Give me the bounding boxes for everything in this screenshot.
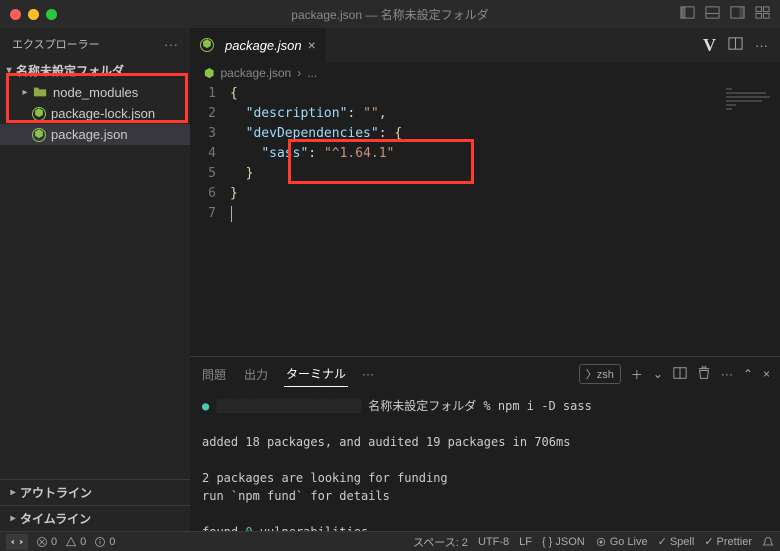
close-tab-icon[interactable]: ×	[308, 37, 316, 53]
tree-item-package-json[interactable]: ⬢ package.json	[0, 124, 190, 145]
editor-area: ⬢ package.json × V ··· ⬢ package.json › …	[190, 28, 780, 531]
outline-section[interactable]: ▸ アウトライン	[0, 479, 190, 505]
root-folder-label: 名称未設定フォルダ	[16, 62, 124, 79]
close-window-button[interactable]	[10, 9, 21, 20]
panel-tab-problems[interactable]: 問題	[200, 362, 228, 387]
indentation-status[interactable]: スペース: 2	[413, 534, 468, 550]
panel-tab-terminal[interactable]: ターミナル	[284, 361, 348, 387]
tree-item-label: package.json	[51, 127, 128, 142]
title-bar: package.json — 名称未設定フォルダ	[0, 0, 780, 28]
split-editor-icon[interactable]	[728, 36, 743, 54]
language-status[interactable]: { } JSON	[542, 536, 585, 548]
go-live-button[interactable]: Go Live	[595, 536, 648, 548]
minimize-window-button[interactable]	[28, 9, 39, 20]
json-file-icon: ⬢	[32, 107, 46, 121]
code-lines[interactable]: { "description": "", "devDependencies": …	[230, 84, 780, 224]
explorer-more-icon[interactable]: ···	[164, 36, 178, 52]
terminal-dropdown-icon[interactable]: ⌄	[653, 367, 663, 381]
tree-item-package-lock[interactable]: ⬢ package-lock.json	[0, 103, 190, 124]
traffic-lights	[10, 9, 57, 20]
terminal-output[interactable]: ● ████████████████████ 名称未設定フォルダ % npm i…	[190, 391, 780, 531]
status-bar: 0 0 0 スペース: 2 UTF-8 LF { } JSON Go Live …	[0, 531, 780, 551]
chevron-right-icon: ▸	[6, 513, 20, 524]
split-terminal-icon[interactable]	[673, 366, 687, 383]
tab-package-json[interactable]: ⬢ package.json ×	[190, 28, 327, 62]
tree-item-node-modules[interactable]: ▸ node_modules	[0, 81, 190, 103]
tab-label: package.json	[225, 38, 302, 53]
customize-layout-icon[interactable]	[755, 5, 770, 23]
notifications-icon[interactable]	[762, 536, 774, 548]
folder-icon	[32, 84, 48, 100]
file-tree: ▸ node_modules ⬢ package-lock.json ⬢ pac…	[0, 81, 190, 479]
breadcrumb-file: package.json	[220, 66, 291, 80]
warnings-count[interactable]: 0	[65, 536, 86, 548]
chevron-right-icon: ▸	[18, 87, 32, 98]
window-title: package.json — 名称未設定フォルダ	[0, 6, 780, 23]
breadcrumb-rest: ...	[307, 66, 317, 80]
layout-sidebar-right-icon[interactable]	[730, 5, 745, 23]
vim-mode-icon[interactable]: V	[703, 35, 716, 56]
code-editor[interactable]: 1234567 { "description": "", "devDepende…	[190, 84, 780, 356]
chevron-right-icon: ▸	[6, 487, 20, 498]
tree-item-label: node_modules	[53, 85, 138, 100]
tree-item-label: package-lock.json	[51, 106, 155, 121]
chevron-down-icon: ▾	[2, 65, 16, 76]
bottom-panel: 問題 出力 ターミナル ··· 〉zsh ＋ ⌄ ··· ⌃ × ● █████…	[190, 356, 780, 531]
encoding-status[interactable]: UTF-8	[478, 536, 509, 548]
breadcrumb[interactable]: ⬢ package.json › ...	[190, 62, 780, 84]
outline-label: アウトライン	[20, 484, 92, 501]
root-folder-row[interactable]: ▾ 名称未設定フォルダ	[0, 60, 190, 81]
json-file-icon: ⬢	[200, 38, 214, 52]
timeline-section[interactable]: ▸ タイムライン	[0, 505, 190, 531]
line-number-gutter: 1234567	[190, 84, 230, 224]
json-file-icon: ⬢	[204, 66, 214, 80]
json-file-icon: ⬢	[32, 128, 46, 142]
minimap[interactable]	[726, 88, 776, 118]
breadcrumb-sep: ›	[297, 66, 301, 80]
terminal-shell-selector[interactable]: 〉zsh	[579, 364, 621, 384]
panel-more-icon[interactable]: ···	[721, 367, 733, 381]
maximize-window-button[interactable]	[46, 9, 57, 20]
panel-tab-output[interactable]: 出力	[242, 362, 270, 387]
errors-count[interactable]: 0	[36, 536, 57, 548]
explorer-sidebar: エクスプローラー ··· ▾ 名称未設定フォルダ ▸ node_modules …	[0, 28, 190, 531]
maximize-panel-icon[interactable]: ⌃	[743, 367, 753, 381]
close-panel-icon[interactable]: ×	[763, 367, 770, 381]
prettier-button[interactable]: ✓ Prettier	[704, 535, 752, 548]
kill-terminal-icon[interactable]	[697, 366, 711, 383]
remote-indicator[interactable]	[6, 534, 28, 550]
layout-panel-icon[interactable]	[705, 5, 720, 23]
panel-more-icon[interactable]: ···	[362, 367, 374, 381]
layout-sidebar-left-icon[interactable]	[680, 5, 695, 23]
eol-status[interactable]: LF	[519, 536, 532, 548]
explorer-title: エクスプローラー	[12, 36, 100, 52]
info-count[interactable]: 0	[94, 536, 115, 548]
editor-tabs: ⬢ package.json × V ···	[190, 28, 780, 62]
spell-check-button[interactable]: ✓ Spell	[658, 535, 695, 548]
timeline-label: タイムライン	[20, 510, 91, 527]
new-terminal-icon[interactable]: ＋	[631, 366, 643, 383]
more-actions-icon[interactable]: ···	[755, 38, 768, 53]
